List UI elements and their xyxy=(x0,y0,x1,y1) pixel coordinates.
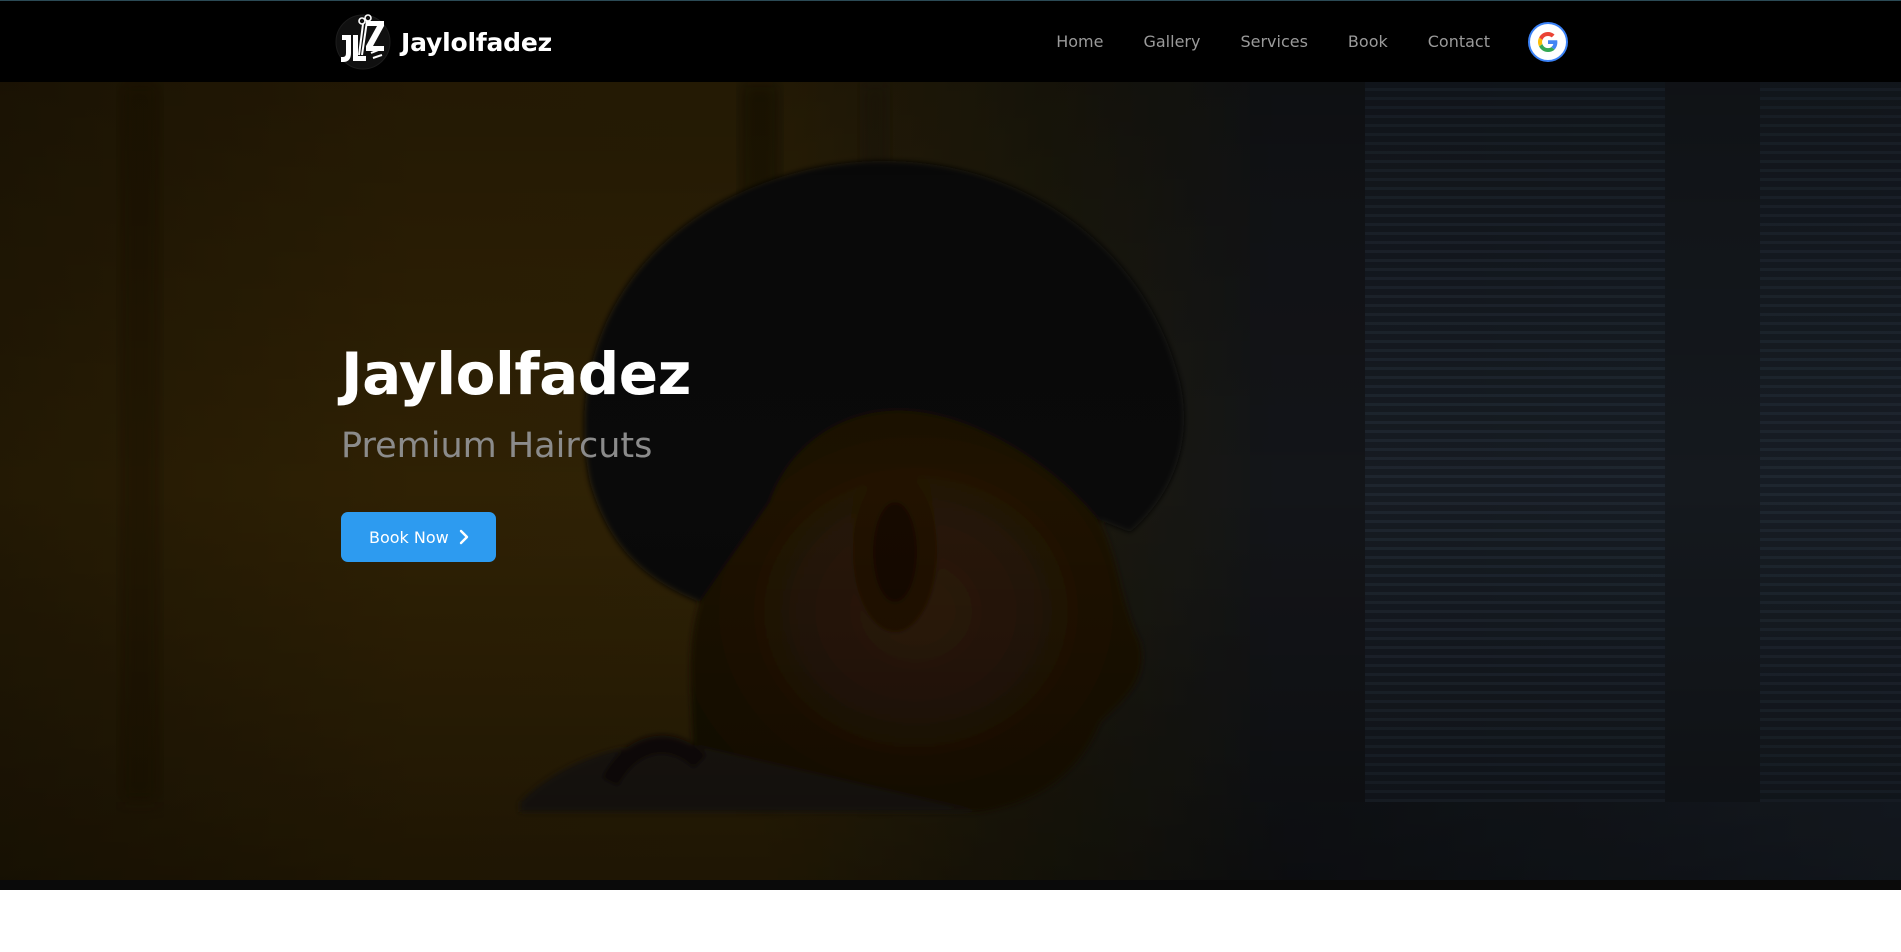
nav-link-gallery[interactable]: Gallery xyxy=(1143,32,1200,51)
navbar: Jaylolfadez Home Gallery Services Book C… xyxy=(0,0,1901,82)
nav-item-book: Book xyxy=(1348,32,1388,52)
nav-link-book[interactable]: Book xyxy=(1348,32,1388,51)
google-signin-button[interactable] xyxy=(1528,22,1568,62)
hero-title: Jaylolfadez xyxy=(341,340,691,408)
nav-item-services: Services xyxy=(1240,32,1307,52)
nav-item-home: Home xyxy=(1056,32,1103,52)
nav-link-services[interactable]: Services xyxy=(1240,32,1307,51)
hero-overlay xyxy=(0,82,1901,890)
hero-section: Jaylolfadez Premium Haircuts Book Now xyxy=(0,82,1901,890)
nav-item-gallery: Gallery xyxy=(1143,32,1200,52)
jlfz-scissors-logo-icon xyxy=(335,14,391,70)
hero-subtitle: Premium Haircuts xyxy=(341,426,653,466)
book-now-button[interactable]: Book Now xyxy=(341,512,496,562)
book-now-label: Book Now xyxy=(369,527,449,547)
hero-content: Jaylolfadez Premium Haircuts Book Now xyxy=(341,345,691,562)
nav-link-home[interactable]: Home xyxy=(1056,32,1103,51)
nav-link-contact[interactable]: Contact xyxy=(1428,32,1490,51)
nav-menu: Home Gallery Services Book Contact xyxy=(1056,1,1490,83)
google-icon xyxy=(1538,32,1558,52)
brand-name: Jaylolfadez xyxy=(401,27,552,57)
chevron-right-icon xyxy=(459,529,468,545)
hero-bottom-band xyxy=(0,880,1901,890)
nav-item-contact: Contact xyxy=(1428,32,1490,52)
brand-link[interactable]: Jaylolfadez xyxy=(335,13,552,71)
